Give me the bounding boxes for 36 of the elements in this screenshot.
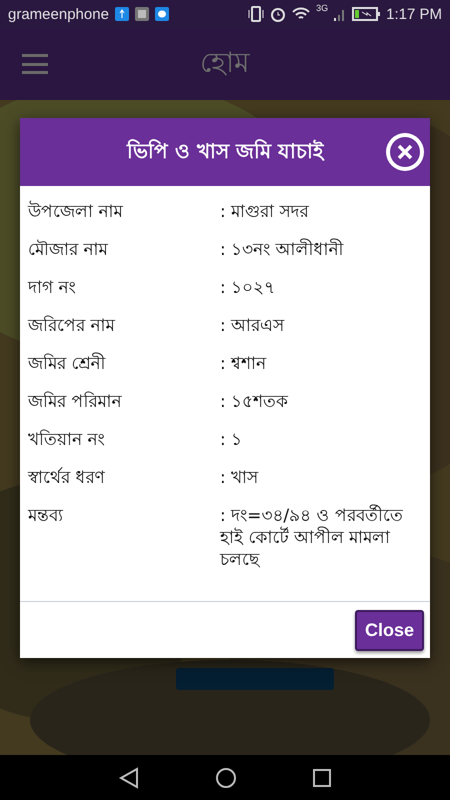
clock-time: 1:17 PM [386,6,442,22]
battery-icon [352,7,380,21]
field-label: স্বার্থের ধরণ [28,467,106,489]
chat-icon [154,7,169,21]
field-label: জমির শ্রেনী [28,353,107,375]
field-label: মন্তব্য [28,505,64,527]
close-button[interactable]: Close [354,610,424,650]
back-icon[interactable] [118,766,140,788]
recents-icon[interactable] [312,768,332,788]
alarm-icon [270,6,286,22]
field-value: : দং=৩৪/৯৪ ও পরবর্তীতে হাই কোর্টে আপীল মামলা চলছে [220,505,404,571]
carrier-name: grameenphone [8,6,109,22]
field-value: : ১০২৭ [220,277,276,299]
field-value: : আরএস [220,315,286,337]
field-value: : খাস [220,467,260,489]
network-type: 3G [316,3,328,13]
field-value: : মাগুরা সদর [220,201,310,223]
home-icon[interactable] [214,766,237,788]
field-label: মৌজার নাম [28,239,110,261]
field-label: খতিয়ান নং [28,429,106,451]
usb-icon [114,7,129,21]
field-value: : ১৫শতক [220,391,290,413]
field-value: : ১ [220,429,244,451]
field-label: দাগ নং [28,277,76,299]
close-icon[interactable] [386,133,424,171]
signal-icon [334,7,346,21]
dialog-title: ভিপি ও খাস জমি যাচাই [127,138,323,164]
screen-title: হোম [199,44,251,80]
vibrate-icon [248,6,264,22]
field-value: : শ্বশান [220,353,268,375]
wifi-icon [292,7,310,21]
menu-button[interactable] [22,54,48,74]
field-label: জমির পরিমান [28,391,123,413]
field-value: : ১৩নং আলীধানী [220,239,345,261]
field-label: উপজেলা নাম [28,201,124,223]
field-label: জরিপের নাম [28,315,116,337]
